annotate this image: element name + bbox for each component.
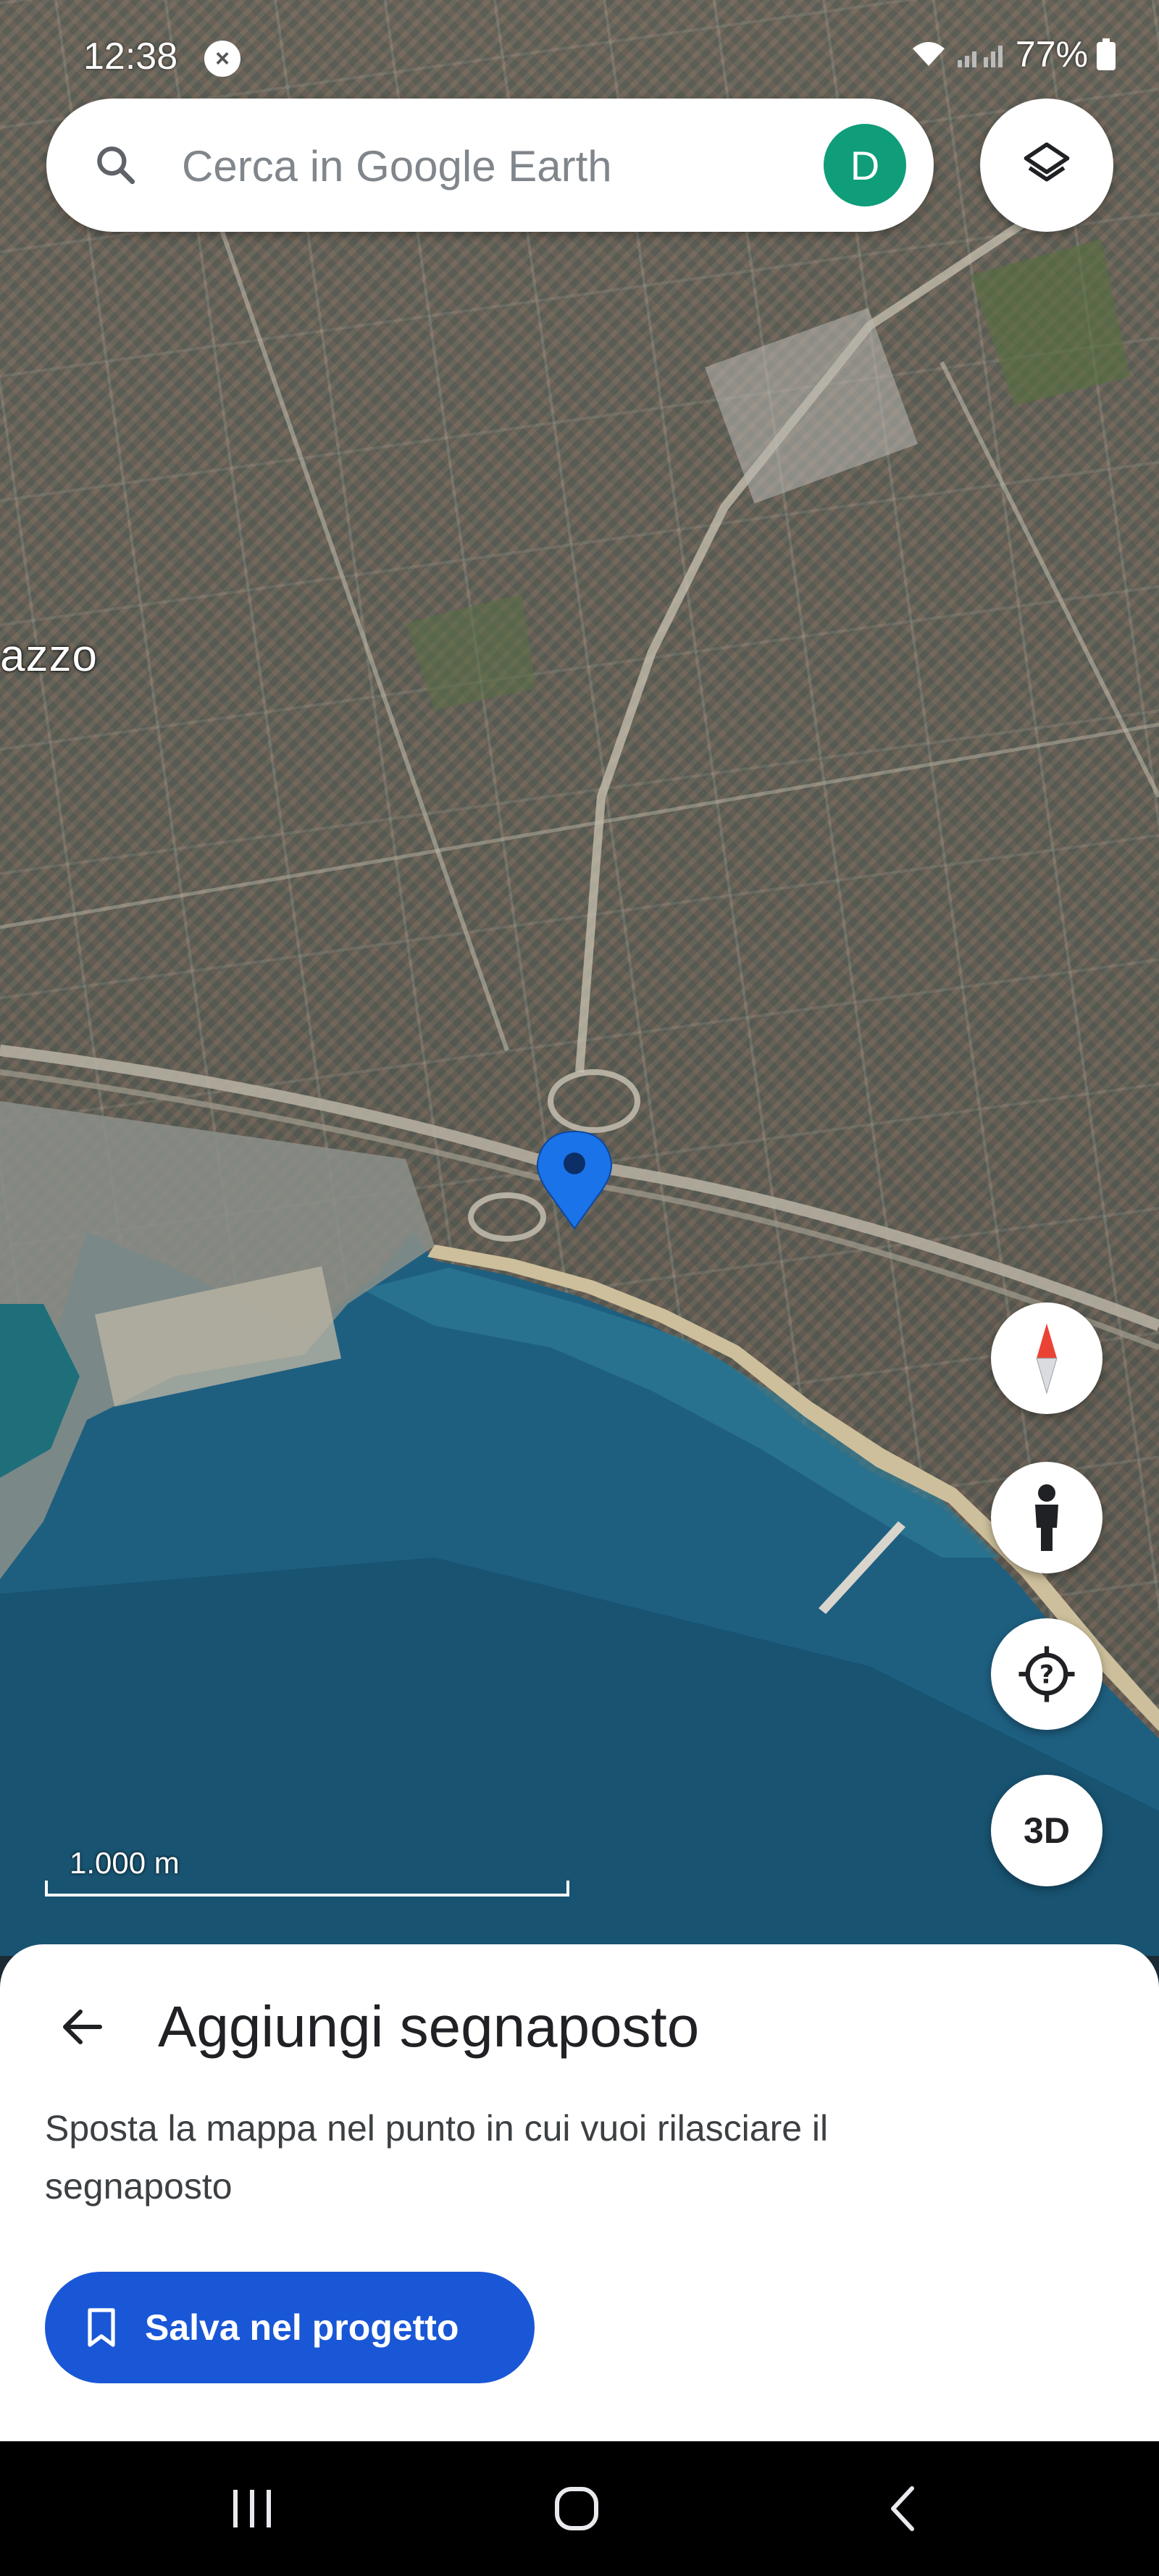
back-icon: [891, 2486, 914, 2531]
street-view-button[interactable]: [991, 1462, 1102, 1573]
bookmark-icon: [88, 2308, 115, 2347]
sheet-description: Sposta la mappa nel punto in cui vuoi ri…: [45, 2108, 829, 2207]
signal-icon: [957, 46, 1003, 67]
recent-apps-button[interactable]: [216, 2472, 288, 2545]
home-button[interactable]: [540, 2472, 613, 2545]
location-help-icon: ?: [1018, 1646, 1075, 1702]
scale-bar: 1.000 m: [45, 1846, 574, 1897]
layers-button[interactable]: [980, 99, 1113, 232]
battery-percent: 77%: [1015, 34, 1088, 75]
wifi-icon: [912, 42, 945, 66]
avatar[interactable]: D: [824, 124, 906, 206]
compass-button[interactable]: [991, 1302, 1102, 1414]
arrow-back-icon: [63, 2010, 102, 2044]
search-bar[interactable]: D: [46, 99, 934, 233]
compass-icon: [1036, 1323, 1058, 1394]
pegman-icon: [1035, 1484, 1058, 1551]
scale-line: [45, 1881, 569, 1897]
search-input[interactable]: [180, 99, 777, 233]
search-icon: [97, 146, 135, 185]
back-button[interactable]: [46, 1991, 119, 2063]
sheet-title: Aggiungi segnaposto: [158, 1994, 700, 2059]
nav-back-button[interactable]: [866, 2472, 939, 2545]
placemark-pin[interactable]: [535, 1129, 614, 1230]
recent-apps-icon: [233, 2490, 271, 2527]
satellite-map[interactable]: azzo: [0, 0, 1159, 1956]
map-imagery: [0, 177, 1159, 1956]
svg-text:?: ?: [1039, 1661, 1054, 1690]
system-navbar: [0, 2441, 1159, 2576]
status-time: 12:38: [83, 35, 178, 78]
chat-bubble-icon: ×: [204, 41, 240, 77]
home-icon: [555, 2487, 598, 2530]
view-3d-button[interactable]: 3D: [991, 1775, 1102, 1886]
save-to-project-button[interactable]: Salva nel progetto: [45, 2272, 535, 2383]
battery-icon: [1097, 38, 1116, 70]
save-button-label: Salva nel progetto: [145, 2307, 459, 2348]
status-icons: 77%: [910, 33, 1116, 75]
my-location-button[interactable]: ?: [991, 1618, 1102, 1730]
scale-label: 1.000 m: [70, 1846, 180, 1880]
place-label: azzo: [0, 631, 98, 681]
layers-icon: [1024, 142, 1070, 182]
